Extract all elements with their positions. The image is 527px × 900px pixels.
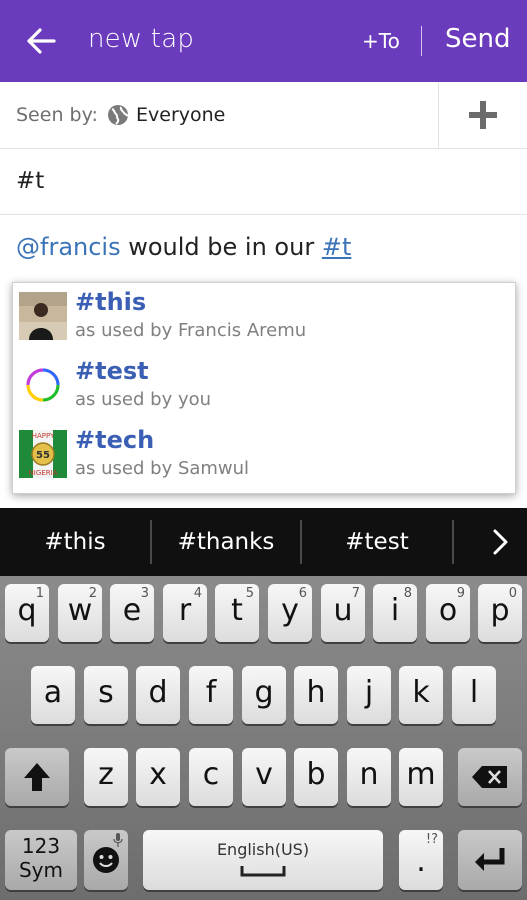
key-h[interactable]: h (294, 666, 338, 724)
keyboard-suggestion-strip: #this #thanks #test (0, 508, 527, 576)
key-u[interactable]: 7u (321, 584, 365, 642)
app-bar: new tap +To Send (0, 0, 527, 82)
tag-field-value: #t (16, 168, 45, 194)
enter-key[interactable] (458, 830, 522, 890)
key-n[interactable]: n (347, 748, 391, 806)
key-z[interactable]: z (84, 748, 128, 806)
suggestion-source: as used by you (75, 389, 212, 410)
audience-row[interactable]: Seen by: Everyone (0, 82, 527, 149)
page-title: new tap (88, 24, 195, 54)
emoji-key[interactable] (84, 830, 128, 890)
backspace-key[interactable] (458, 748, 522, 806)
space-icon (240, 866, 286, 877)
key-b[interactable]: b (294, 748, 338, 806)
key-y[interactable]: 6y (268, 584, 312, 642)
back-arrow-icon[interactable] (24, 23, 58, 59)
key-g[interactable]: g (242, 666, 286, 724)
key-s[interactable]: s (84, 666, 128, 724)
enter-icon (475, 848, 505, 871)
suggestion-source: as used by Samwul (75, 458, 250, 479)
user-photo-avatar (19, 292, 67, 340)
key-f[interactable]: f (189, 666, 233, 724)
smiley-icon (93, 847, 119, 873)
badge-bottom-text: NIGERIA (29, 469, 58, 477)
tag-field[interactable]: #t (0, 149, 527, 215)
header-divider (421, 26, 422, 56)
key-q[interactable]: 1q (5, 584, 49, 642)
add-recipient-button[interactable]: +To (362, 29, 400, 53)
keyboard-suggestion[interactable]: #test (302, 508, 452, 576)
key-e[interactable]: 3e (110, 584, 154, 642)
suggestion-item[interactable]: HAPPY 55 NIGERIA #tech as used by Samwul (13, 421, 517, 489)
message-body[interactable]: @francis would be in our #t (16, 233, 351, 261)
key-j[interactable]: j (347, 666, 391, 724)
hashtag-link[interactable]: #t (322, 233, 352, 261)
keyboard-suggestion[interactable]: #thanks (152, 508, 300, 576)
period-key[interactable]: !? . (399, 830, 443, 890)
key-t[interactable]: 5t (215, 584, 259, 642)
send-button[interactable]: Send (445, 24, 510, 54)
key-v[interactable]: v (242, 748, 286, 806)
symbols-key[interactable]: 123 Sym (5, 830, 77, 890)
suggestion-tag: #this (75, 288, 147, 316)
nigeria-badge-icon: HAPPY 55 NIGERIA (19, 430, 67, 478)
suggestion-source: as used by Francis Aremu (75, 320, 307, 341)
period-key-label: . (416, 844, 426, 879)
color-ring-icon (19, 361, 67, 409)
key-l[interactable]: l (452, 666, 496, 724)
key-i[interactable]: 8i (373, 584, 417, 642)
key-w[interactable]: 2w (58, 584, 102, 642)
key-r[interactable]: 4r (163, 584, 207, 642)
mention-link[interactable]: @francis (16, 233, 121, 261)
chevron-right-icon[interactable] (486, 528, 514, 556)
key-x[interactable]: x (136, 748, 180, 806)
key-o[interactable]: 9o (426, 584, 470, 642)
shift-arrow-icon (24, 763, 50, 791)
badge-number: 55 (36, 450, 50, 461)
key-p[interactable]: 0p (478, 584, 522, 642)
add-attachment-button[interactable] (438, 82, 527, 148)
message-text: would be in our (120, 233, 322, 261)
globe-icon (107, 104, 129, 126)
space-bar[interactable]: English(US) (143, 830, 383, 890)
strip-divider (452, 520, 454, 564)
plus-icon (469, 101, 497, 129)
key-a[interactable]: a (31, 666, 75, 724)
audience-label: Seen by: (16, 104, 98, 126)
symbols-key-label-top: 123 (21, 834, 61, 858)
backspace-icon (472, 766, 507, 788)
suggestion-item[interactable]: #this as used by Francis Aremu (13, 283, 517, 351)
keyboard-suggestion[interactable]: #this (0, 508, 150, 576)
badge-top-text: HAPPY (32, 432, 55, 440)
key-m[interactable]: m (399, 748, 443, 806)
key-c[interactable]: c (189, 748, 233, 806)
space-bar-language: English(US) (216, 840, 310, 859)
hashtag-suggestions-popup: #this as used by Francis Aremu #test as … (12, 282, 516, 494)
soft-keyboard: 1q 2w 3e 4r 5t 6y 7u 8i 9o 0p a s d f g … (0, 576, 527, 900)
shift-key[interactable] (5, 748, 69, 806)
symbols-key-label-bottom: Sym (18, 858, 63, 882)
audience-value: Everyone (136, 104, 226, 126)
suggestion-item[interactable]: #test as used by you (13, 352, 517, 420)
suggestion-tag: #test (75, 357, 149, 385)
key-k[interactable]: k (399, 666, 443, 724)
suggestion-tag: #tech (75, 426, 155, 454)
key-d[interactable]: d (136, 666, 180, 724)
